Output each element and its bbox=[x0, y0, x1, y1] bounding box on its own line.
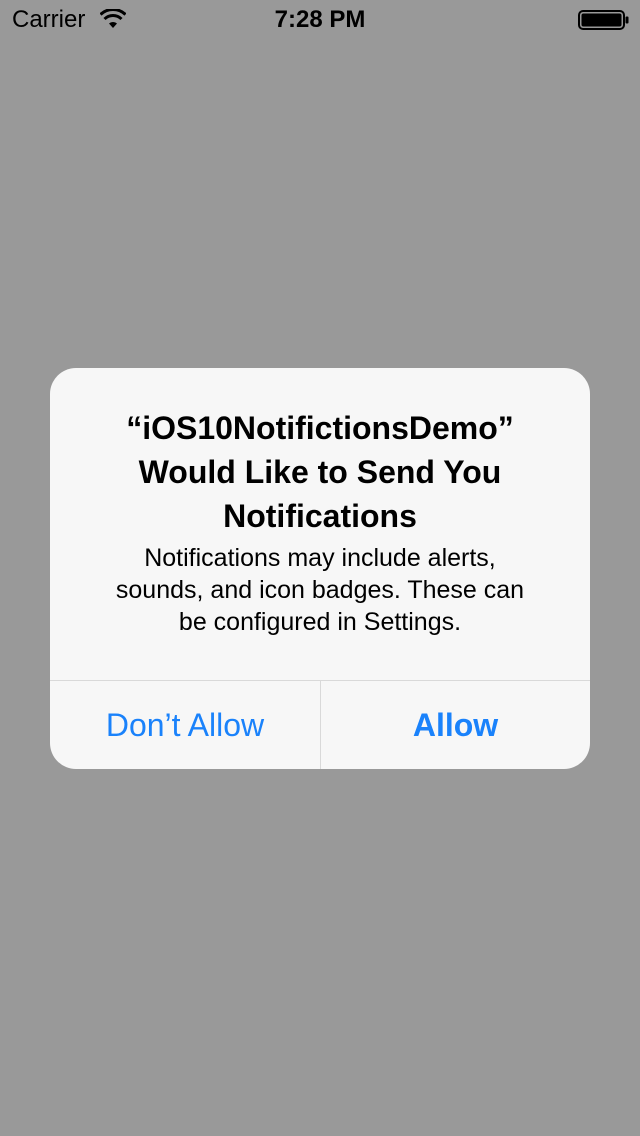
status-bar: Carrier 7:28 PM bbox=[0, 0, 640, 40]
alert-title-line: “iOS10NotifictionsDemo” bbox=[126, 410, 514, 446]
alert-title: “iOS10NotifictionsDemo” Would Like to Se… bbox=[70, 406, 570, 538]
alert-message-line: Notifications may include alerts, bbox=[144, 544, 496, 572]
notification-permission-alert: “iOS10NotifictionsDemo” Would Like to Se… bbox=[50, 368, 590, 769]
screen: Carrier 7:28 PM “iOS10NotifictionsDemo” … bbox=[0, 0, 640, 1136]
alert-message: Notifications may include alerts, sounds… bbox=[80, 542, 560, 638]
battery-full-icon bbox=[578, 10, 630, 30]
alert-title-line: Would Like to Send You bbox=[138, 454, 502, 490]
allow-button[interactable]: Allow bbox=[321, 681, 590, 769]
status-time: 7:28 PM bbox=[274, 6, 366, 33]
dont-allow-button[interactable]: Don’t Allow bbox=[50, 681, 320, 769]
alert-message-line: sounds, and icon badges. These can bbox=[115, 576, 525, 604]
alert-message-line: be configured in Settings. bbox=[178, 608, 462, 636]
alert-content: “iOS10NotifictionsDemo” Would Like to Se… bbox=[50, 368, 590, 680]
alert-title-line: Notifications bbox=[223, 498, 417, 534]
